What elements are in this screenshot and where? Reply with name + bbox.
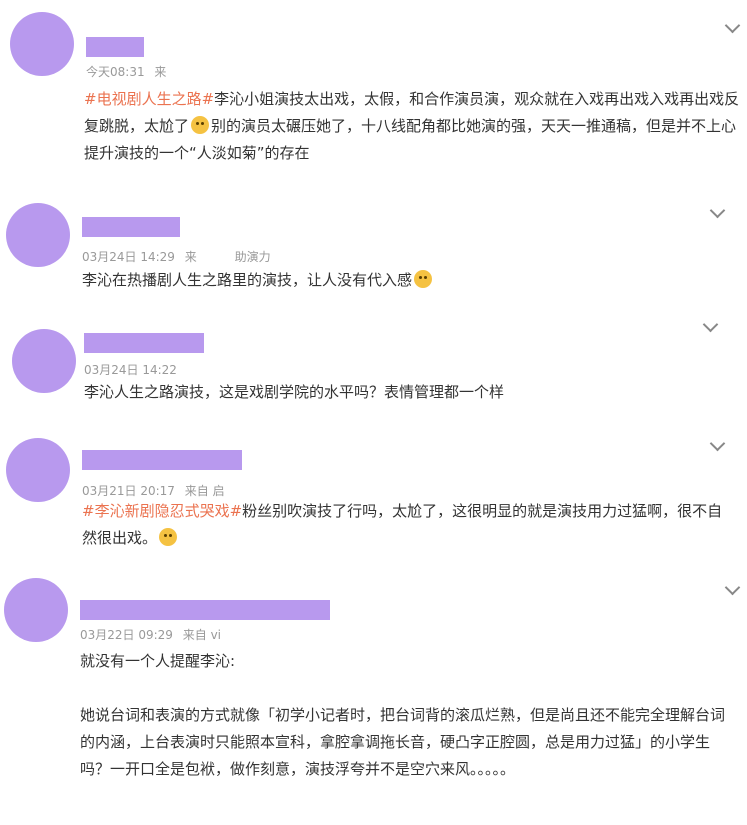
username-redacted[interactable] bbox=[82, 217, 180, 237]
avatar[interactable] bbox=[10, 12, 74, 76]
comment-item: 03月24日 14:22 李沁人生之路演技，这是戏剧学院的水平吗？表情管理都一个… bbox=[0, 315, 747, 425]
timestamp: 03月24日 14:22 bbox=[84, 363, 177, 377]
comment-meta: 03月24日 14:29 来 助演力 bbox=[82, 248, 277, 265]
hashtag-link[interactable]: #李沁新剧隐忍式哭戏# bbox=[82, 502, 242, 520]
source-label: 来自 启 bbox=[184, 484, 225, 498]
comment-item: 今天08:31 来 #电视剧人生之路#李沁小姐演技太出戏，太假，和合作演员演，观… bbox=[0, 0, 747, 180]
source-label: 来 bbox=[154, 65, 167, 79]
chevron-down-icon[interactable] bbox=[702, 316, 719, 333]
username-redacted[interactable] bbox=[86, 37, 144, 57]
username-redacted[interactable] bbox=[80, 600, 330, 620]
hashtag-link[interactable]: #电视剧人生之路# bbox=[84, 90, 214, 108]
comment-text: 就没有一个人提醒李沁: 她说台词和表演的方式就像「初学小记者时，把台词背的滚瓜烂… bbox=[80, 648, 735, 783]
comment-meta: 03月24日 14:22 bbox=[84, 361, 183, 378]
source-tail: 助演力 bbox=[234, 250, 271, 264]
comment-meta: 今天08:31 来 bbox=[86, 63, 172, 80]
comment-item: 03月24日 14:29 来 助演力 李沁在热播剧人生之路里的演技，让人没有代入… bbox=[0, 195, 747, 300]
username-redacted[interactable] bbox=[82, 450, 242, 470]
comment-meta: 03月21日 20:17 来自 启 bbox=[82, 482, 231, 499]
timestamp: 03月21日 20:17 bbox=[82, 484, 175, 498]
comment-item: 03月22日 09:29 来自 vi 就没有一个人提醒李沁: 她说台词和表演的方… bbox=[0, 570, 747, 825]
avatar[interactable] bbox=[6, 203, 70, 267]
comment-text: #电视剧人生之路#李沁小姐演技太出戏，太假，和合作演员演，观众就在入戏再出戏入戏… bbox=[84, 90, 740, 162]
chevron-down-icon[interactable] bbox=[709, 435, 726, 452]
avatar[interactable] bbox=[12, 329, 76, 393]
chevron-down-icon[interactable] bbox=[709, 202, 726, 219]
comment-meta: 03月22日 09:29 来自 vi bbox=[80, 626, 227, 643]
chevron-down-icon[interactable] bbox=[724, 579, 741, 596]
comment-line: 就没有一个人提醒李沁: bbox=[80, 652, 236, 670]
face-emoji-icon bbox=[159, 528, 178, 546]
face-emoji-icon bbox=[191, 116, 210, 134]
source-label: 来自 vi bbox=[182, 628, 222, 642]
comment-item: 03月21日 20:17 来自 启 #李沁新剧隐忍式哭戏#粉丝别吹演技了行吗，太… bbox=[0, 430, 747, 570]
avatar[interactable] bbox=[6, 438, 70, 502]
comment-text: 李沁在热播剧人生之路里的演技，让人没有代入感 bbox=[82, 267, 732, 294]
source-label: 来 bbox=[184, 250, 197, 264]
avatar[interactable] bbox=[4, 578, 68, 642]
comment-text: 李沁人生之路演技，这是戏剧学院的水平吗？表情管理都一个样 bbox=[84, 383, 505, 401]
timestamp: 03月24日 14:29 bbox=[82, 250, 175, 264]
face-emoji-icon bbox=[414, 270, 433, 288]
comment-paragraph: 她说台词和表演的方式就像「初学小记者时，把台词背的滚瓜烂熟，但是尚且还不能完全理… bbox=[80, 706, 726, 778]
username-redacted[interactable] bbox=[84, 333, 204, 353]
timestamp: 03月22日 09:29 bbox=[80, 628, 173, 642]
timestamp: 今天08:31 bbox=[86, 65, 145, 79]
comment-text: #李沁新剧隐忍式哭戏#粉丝别吹演技了行吗，太尬了，这很明显的就是演技用力过猛啊，… bbox=[82, 502, 723, 547]
chevron-down-icon[interactable] bbox=[724, 17, 741, 34]
